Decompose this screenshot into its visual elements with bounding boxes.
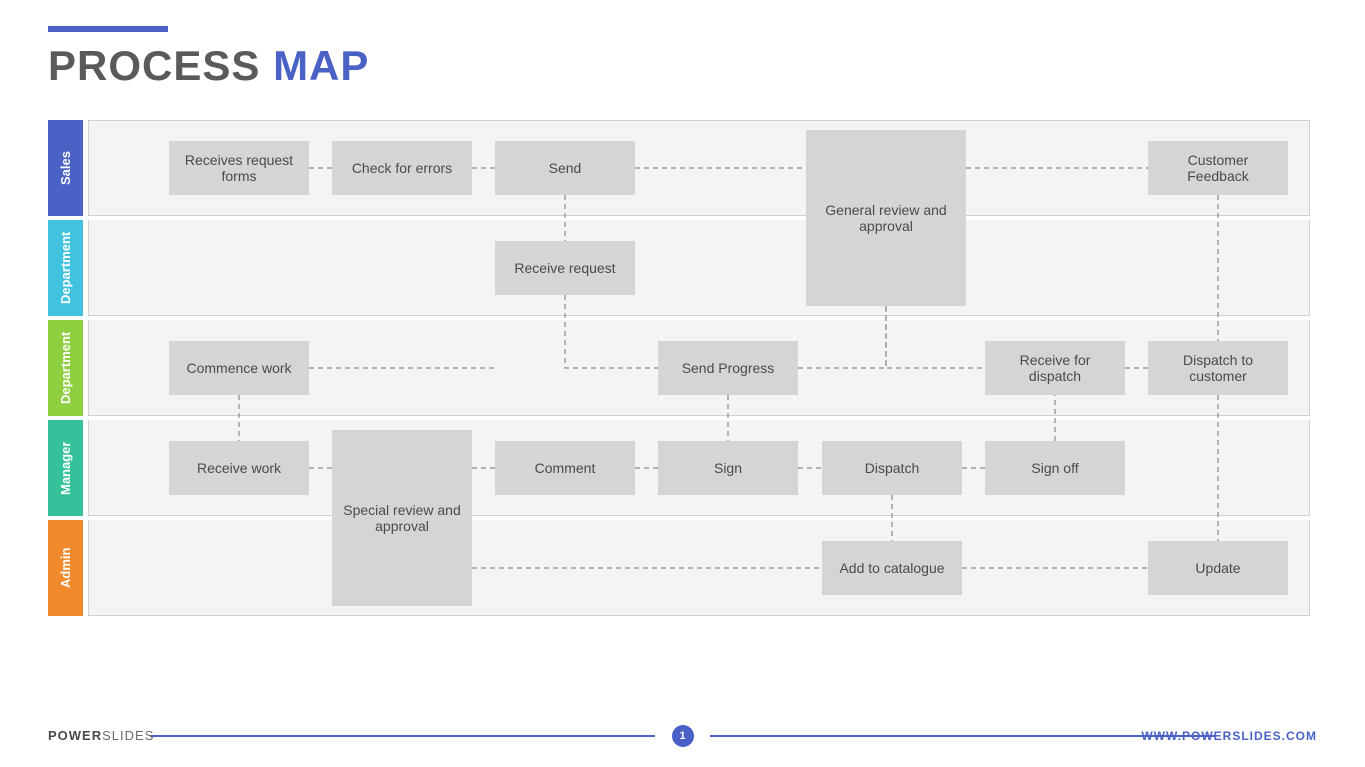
- process-box-check: Check for errors: [332, 141, 472, 195]
- lane-area-dept1: [88, 220, 1310, 316]
- process-box-receivereq: Receive request: [495, 241, 635, 295]
- lane-label-dept2: Department: [48, 320, 83, 416]
- lane-label-admin: Admin: [48, 520, 83, 616]
- lane-label-dept1: Department: [48, 220, 83, 316]
- lane-label-sales: Sales: [48, 120, 83, 216]
- footer-brand-2: SLIDES: [102, 728, 154, 743]
- process-box-dispcust: Dispatch to customer: [1148, 341, 1288, 395]
- slide-title: PROCESS MAP: [48, 42, 369, 90]
- process-box-send: Send: [495, 141, 635, 195]
- lane-label-manager: Manager: [48, 420, 83, 516]
- process-box-signoff: Sign off: [985, 441, 1125, 495]
- process-box-sign: Sign: [658, 441, 798, 495]
- process-box-update: Update: [1148, 541, 1288, 595]
- process-box-customer: Customer Feedback: [1148, 141, 1288, 195]
- process-box-sendprog: Send Progress: [658, 341, 798, 395]
- process-box-addcat: Add to catalogue: [822, 541, 962, 595]
- process-box-recwork: Receive work: [169, 441, 309, 495]
- title-part-2: MAP: [273, 42, 369, 89]
- process-box-special: Special review and approval: [332, 430, 472, 606]
- process-box-recdisp: Receive for dispatch: [985, 341, 1125, 395]
- page-number-badge: 1: [672, 725, 694, 747]
- title-accent-bar: [48, 26, 168, 32]
- title-part-1: PROCESS: [48, 42, 260, 89]
- footer-line-right: [710, 735, 1215, 737]
- process-box-commence: Commence work: [169, 341, 309, 395]
- footer-brand: POWERSLIDES: [48, 728, 154, 743]
- footer-url: WWW.POWERSLIDES.COM: [1141, 729, 1317, 743]
- slide: PROCESS MAP Sales Department Department Man…: [0, 0, 1365, 767]
- process-box-general: General review and approval: [806, 130, 966, 306]
- process-box-dispatch: Dispatch: [822, 441, 962, 495]
- footer-line-left: [150, 735, 655, 737]
- process-box-receives: Receives request forms: [169, 141, 309, 195]
- process-box-comment: Comment: [495, 441, 635, 495]
- footer-brand-1: POWER: [48, 728, 102, 743]
- lane-area-admin: [88, 520, 1310, 616]
